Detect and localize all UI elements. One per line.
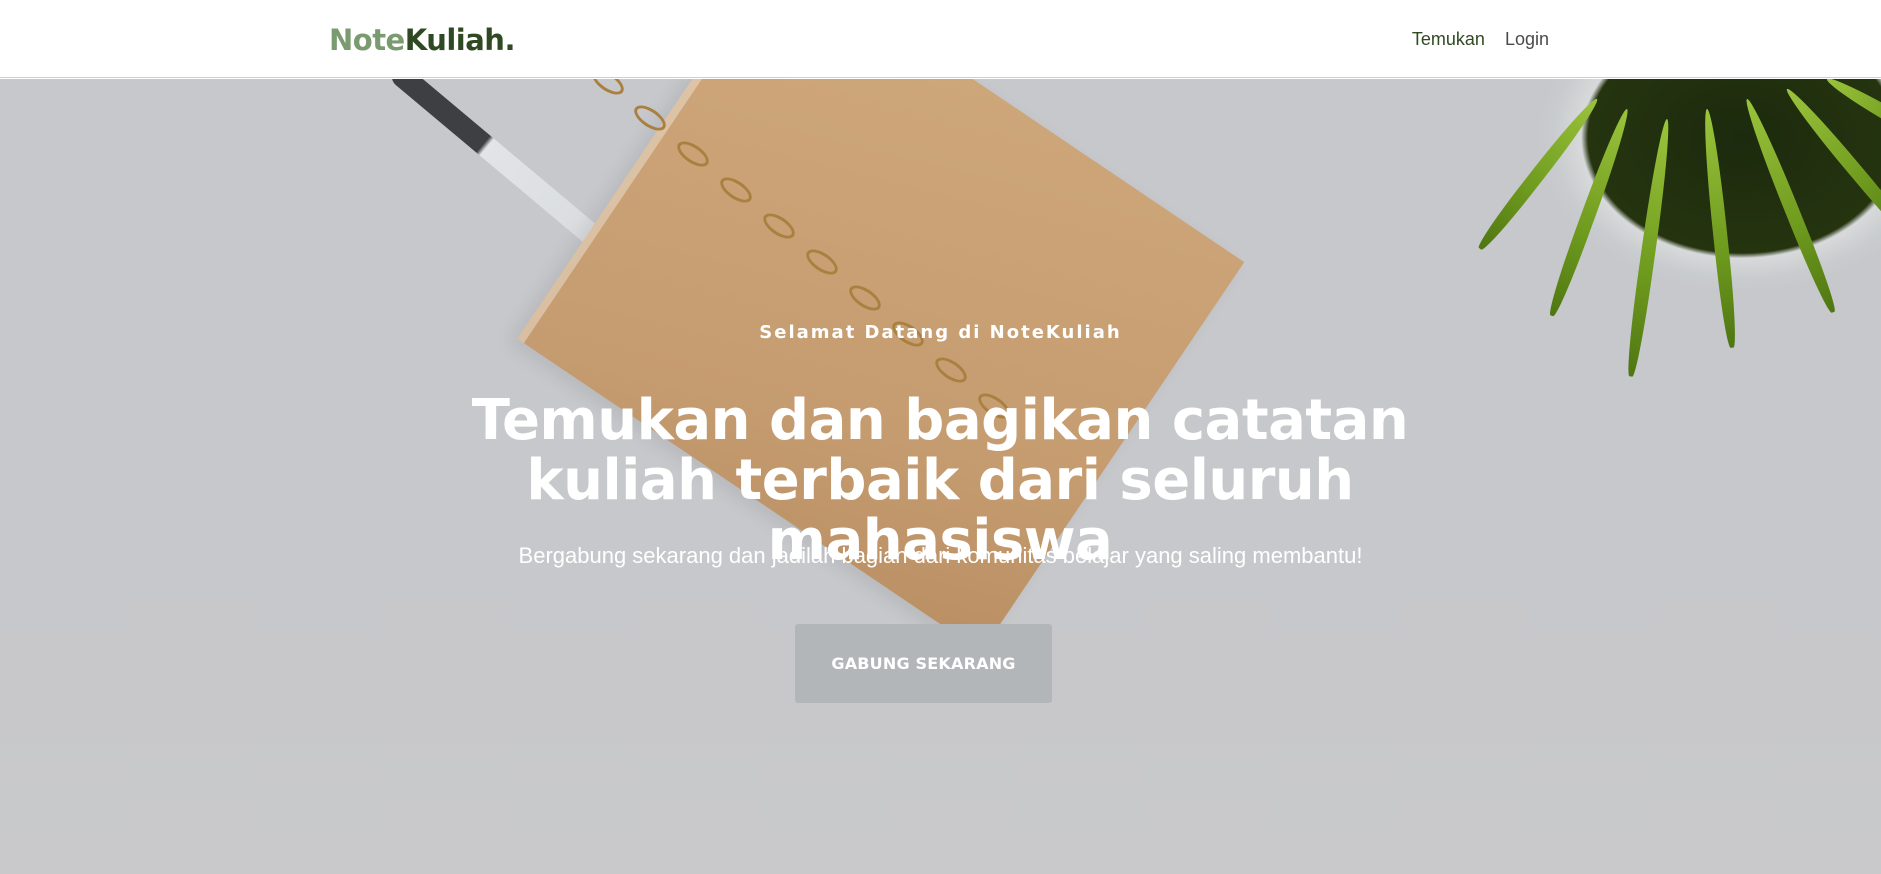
hero-subtitle: Bergabung sekarang dan jadilah bagian da… bbox=[518, 543, 1363, 568]
nav-link-login[interactable]: Login bbox=[1505, 27, 1549, 51]
join-now-button[interactable]: GABUNG SEKARANG bbox=[795, 624, 1052, 703]
hero-section: Selamat Datang di NoteKuliah Temukan dan… bbox=[0, 79, 1881, 874]
nav-links: Temukan Login bbox=[1412, 27, 1549, 51]
brand-logo-note: Note bbox=[329, 23, 405, 57]
brand-logo[interactable]: NoteKuliah. bbox=[329, 20, 515, 60]
nav-link-temukan[interactable]: Temukan bbox=[1412, 27, 1485, 51]
hero-content: Selamat Datang di NoteKuliah Temukan dan… bbox=[0, 79, 1881, 874]
hero-eyebrow: Selamat Datang di NoteKuliah bbox=[759, 322, 1122, 343]
navbar: NoteKuliah. Temukan Login bbox=[0, 0, 1881, 78]
brand-logo-kuliah: Kuliah. bbox=[404, 23, 516, 57]
